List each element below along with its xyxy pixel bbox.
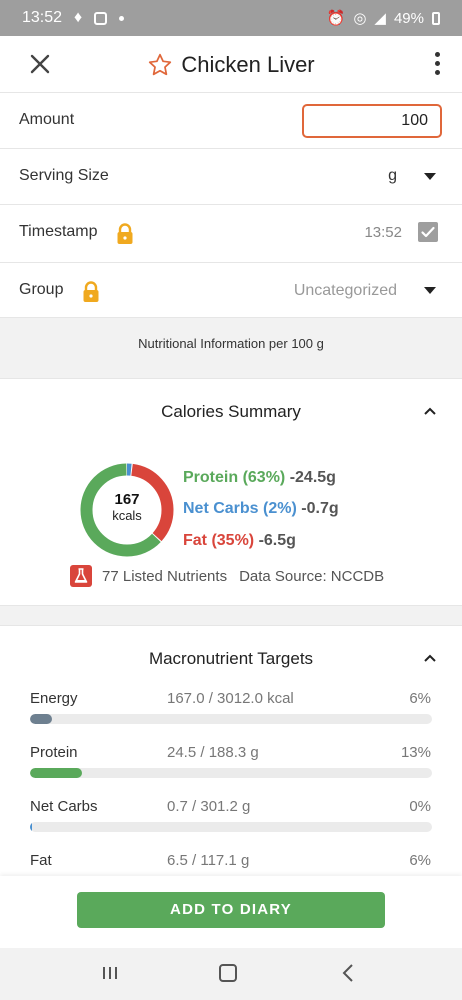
alarm-icon: ⏰ (326, 10, 346, 27)
battery-level: 49% (393, 9, 424, 27)
timestamp-label: Timestamp (19, 223, 98, 240)
calories-summary-title: Calories Summary (161, 402, 301, 421)
target-progress-bar (30, 714, 432, 724)
target-progress-fill (30, 714, 53, 724)
fat-summary: Fat (35%) -6.5g (183, 532, 296, 550)
app-bar: Chicken Liver (0, 36, 462, 92)
amount-input[interactable]: 100 (302, 104, 442, 138)
kcals-unit: kcals (112, 508, 142, 523)
target-label: Energy (30, 690, 78, 707)
timestamp-value[interactable]: 13:52 (364, 224, 402, 241)
nutrition-info-caption: Nutritional Information per 100 g (138, 336, 324, 351)
protein-summary: Protein (63%) -24.5g (183, 469, 336, 487)
serving-size-value[interactable]: g (388, 167, 397, 185)
listed-nutrients-link[interactable]: 77 Listed Nutrients (102, 568, 227, 585)
battery-icon (432, 11, 440, 25)
signal-icon: ◢ (374, 10, 386, 27)
target-percent: 0% (409, 798, 431, 815)
gallery-icon (94, 11, 108, 25)
calories-summary-card: Calories Summary 167 kcals Protein (63%)… (0, 378, 462, 606)
timestamp-checkbox[interactable] (418, 222, 438, 242)
status-time: 13:52 (22, 9, 63, 26)
food-entry-form: Amount 100 Serving Size g Timestamp 13:5… (0, 92, 462, 318)
check-icon (421, 226, 435, 238)
chevron-up-icon[interactable] (424, 407, 436, 415)
star-icon[interactable] (147, 52, 173, 78)
donut-center: 167 kcals (80, 491, 174, 523)
target-value: 24.5 / 188.3 g (167, 744, 259, 761)
group-value[interactable]: Uncategorized (294, 282, 397, 300)
target-progress-fill (30, 768, 83, 778)
lock-icon[interactable] (82, 281, 100, 303)
recent-apps-icon[interactable] (102, 966, 118, 980)
notification-icon: ♦ (74, 9, 83, 26)
target-value: 6.5 / 117.1 g (167, 852, 250, 869)
serving-dropdown-icon[interactable] (424, 173, 436, 180)
group-row[interactable]: Group Uncategorized (0, 263, 462, 319)
more-notifications-icon (119, 15, 125, 21)
serving-size-label: Serving Size (19, 167, 109, 184)
group-label: Group (19, 281, 64, 298)
add-to-diary-button[interactable]: ADD TO DIARY (77, 892, 385, 928)
fat-value: -6.5g (258, 532, 296, 549)
target-percent: 6% (409, 852, 431, 869)
group-dropdown-icon[interactable] (424, 287, 436, 294)
target-progress-bar (30, 768, 432, 778)
target-label: Fat (30, 852, 52, 869)
system-nav-bar (0, 948, 462, 1000)
carbs-summary: Net Carbs (2%) -0.7g (183, 500, 339, 518)
status-bar: 13:52 ♦ ⏰ ◎ ◢ 49% (0, 0, 462, 36)
target-label: Net Carbs (30, 798, 98, 815)
macronutrient-targets-card: Macronutrient Targets Energy 167.0 / 301… (0, 625, 462, 885)
home-icon[interactable] (219, 964, 237, 982)
fat-label: Fat (35%) (183, 532, 255, 549)
target-progress-fill (30, 822, 32, 832)
carbs-value: -0.7g (301, 500, 339, 517)
bottom-action-bar: ADD TO DIARY (0, 876, 462, 948)
timestamp-row: Timestamp 13:52 (0, 205, 462, 263)
target-value: 167.0 / 3012.0 kcal (167, 690, 294, 707)
target-percent: 13% (400, 744, 431, 761)
wifi-icon: ◎ (353, 10, 367, 27)
chevron-up-icon[interactable] (424, 654, 436, 662)
amount-label: Amount (19, 111, 75, 128)
targets-title: Macronutrient Targets (148, 649, 314, 668)
data-source: Data Source: NCCDB (239, 567, 385, 585)
back-icon[interactable] (342, 964, 354, 982)
lock-icon[interactable] (116, 223, 134, 245)
more-options-icon[interactable] (432, 50, 442, 78)
flask-icon (70, 565, 92, 587)
nutrients-footer: 77 Listed Nutrients Data Source: NCCDB (70, 565, 384, 587)
serving-size-row[interactable]: Serving Size g (0, 149, 462, 205)
protein-value: -24.5g (289, 469, 336, 486)
carbs-label: Net Carbs (2%) (183, 500, 297, 517)
target-percent: 6% (409, 690, 431, 707)
kcals-value: 167 (114, 491, 140, 508)
target-value: 0.7 / 301.2 g (167, 798, 251, 815)
amount-row: Amount 100 (0, 93, 462, 149)
target-progress-bar (30, 822, 432, 832)
page-title: Chicken Liver (181, 52, 315, 77)
protein-label: Protein (63%) (183, 469, 286, 486)
target-label: Protein (30, 744, 78, 761)
